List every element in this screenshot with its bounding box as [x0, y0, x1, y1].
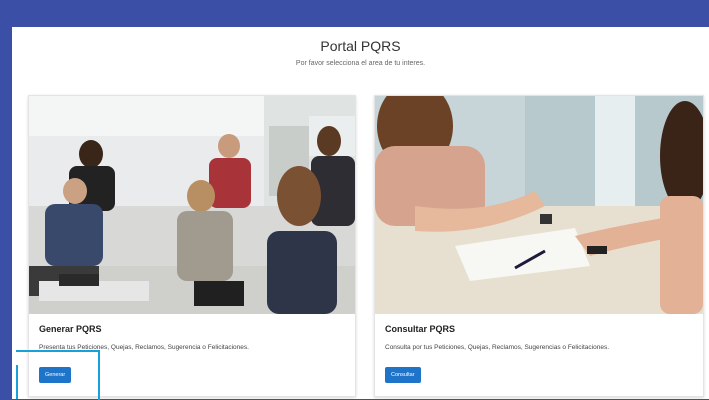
document-signing-photo — [375, 96, 703, 314]
card-description: Consulta por tus Peticiones, Quejas, Rec… — [385, 344, 609, 351]
page-subtitle: Por favor selecciona el area de tu inter… — [295, 60, 426, 67]
generate-pqrs-card: Generar PQRS Presenta tus Peticiones, Qu… — [28, 95, 356, 397]
page-title: Portal PQRS — [320, 38, 401, 54]
consult-button[interactable]: Consultar — [385, 367, 421, 383]
portal-header: Portal PQRS Por favor selecciona el area… — [12, 27, 709, 67]
card-description: Presenta tus Peticiones, Quejas, Reclamo… — [39, 344, 249, 351]
generate-button[interactable]: Generar — [39, 367, 72, 383]
card-title: Generar PQRS — [39, 324, 102, 334]
portal-panel: Portal PQRS Por favor selecciona el area… — [12, 27, 709, 399]
consult-pqrs-card: Consultar PQRS Consulta por tus Peticion… — [374, 95, 704, 397]
office-team-meeting-photo — [29, 96, 355, 314]
card-title: Consultar PQRS — [385, 324, 456, 334]
